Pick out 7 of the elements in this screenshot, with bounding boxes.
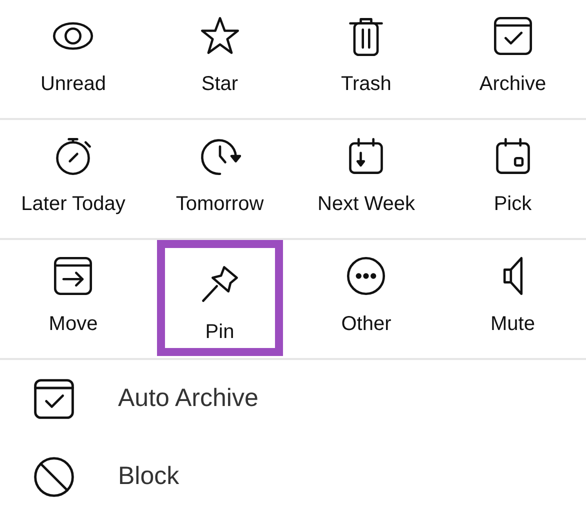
checked-calendar-icon	[32, 377, 76, 421]
star-icon	[198, 15, 241, 57]
block-icon	[32, 455, 76, 499]
action-button[interactable]: Pin	[156, 240, 283, 356]
arrow-box-icon	[52, 255, 94, 297]
checked-calendar-icon	[492, 15, 534, 57]
more-icon	[345, 255, 388, 297]
